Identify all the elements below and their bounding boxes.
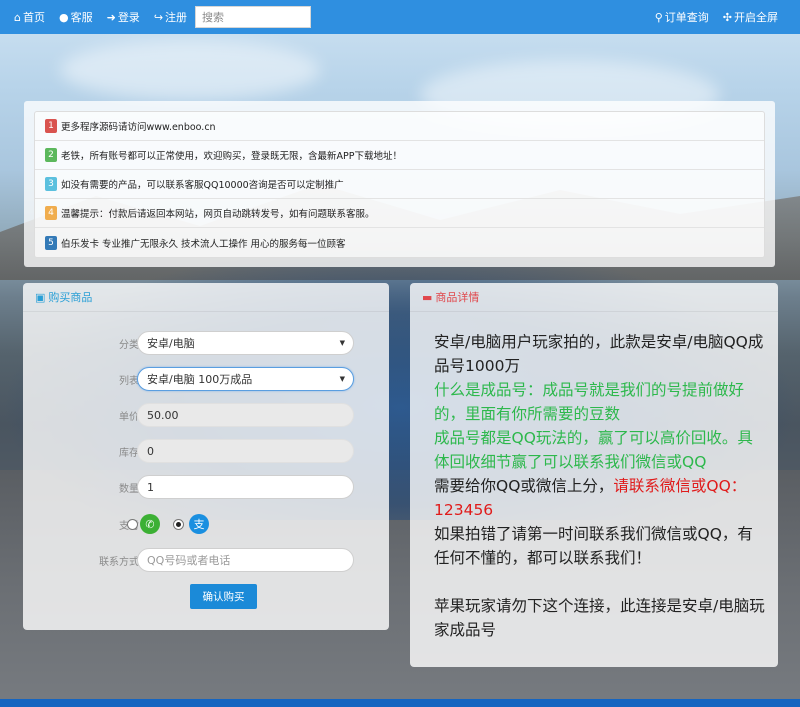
nav-order-query-label: 订单查询 (664, 11, 709, 24)
notice-item: 3 如没有需要的产品，可以联系客服QQ10000咨询是否可以定制推广 (35, 170, 764, 199)
quantity-row: 数量 1 (23, 475, 389, 499)
search-icon: ⚲ (654, 10, 663, 24)
notice-number-badge: 5 (45, 235, 57, 250)
fullscreen-icon: ✣ (722, 10, 732, 24)
notice-item: 4 温馨提示：付款后请返回本网站，网页自动跳转发号，如有问题联系客服。 (35, 199, 764, 228)
detail-line-3: 成品号都是QQ玩法的，赢了可以高价回收。具体回收细节赢了可以联系我们微信或QQ (434, 429, 753, 471)
category-row: 分类 安卓/电脑 ▼ (23, 331, 389, 355)
pay-option-wechat[interactable]: ✆ (127, 514, 160, 534)
detail-line-4a: 需要给你QQ或微信上分， (434, 477, 614, 495)
nav-service[interactable]: ● 客服 (59, 9, 93, 25)
dropdown-arrow-icon: ▼ (339, 375, 345, 383)
stock-field: 0 (137, 439, 354, 463)
buy-panel-header: ▣ 购买商品 (23, 283, 389, 312)
nav-order-query[interactable]: ⚲ 订单查询 (655, 9, 709, 25)
nav-home-label: 首页 (22, 11, 45, 24)
nav-login[interactable]: ➜ 登录 (107, 9, 140, 25)
nav-register-label: 注册 (165, 11, 188, 24)
notice-text: 温馨提示：付款后请返回本网站，网页自动跳转发号，如有问题联系客服。 (61, 209, 375, 220)
home-icon: ⌂ (14, 10, 21, 24)
nav-fullscreen[interactable]: ✣ 开启全屏 (723, 9, 778, 25)
stock-row: 库存 0 (23, 439, 389, 463)
notice-text: 更多程序源码请访问www.enboo.cn (61, 122, 216, 133)
notice-item: 5 伯乐发卡 专业推广无限永久 技术流人工操作 用心的服务每一位顾客 (35, 228, 764, 257)
detail-line-1: 安卓/电脑用户玩家拍的，此款是安卓/电脑QQ成品号1000万 (434, 333, 764, 375)
top-navbar: ⌂ 首页 ● 客服 ➜ 登录 ↪ 注册 ⚲ 订单查询 ✣ 开启全屏 (0, 0, 800, 34)
detail-panel-title: 商品详情 (435, 291, 480, 304)
category-label: 分类 (119, 339, 139, 351)
detail-line-6: 苹果玩家请勿下这个连接，此连接是安卓/电脑玩家成品号 (434, 597, 765, 639)
notice-item: 2 老铁，所有账号都可以正常使用，欢迎购买，登录既无限，含最新APP下载地址！ (35, 141, 764, 170)
notice-number-badge: 2 (45, 148, 57, 162)
wechat-radio[interactable] (127, 518, 138, 530)
credit-card-icon: ▬ (422, 290, 433, 304)
notice-item: 1 更多程序源码请访问www.enboo.cn (35, 112, 764, 141)
detail-line-5: 如果拍错了请第一时间联系我们微信或QQ，有任何不懂的，都可以联系我们！ (434, 525, 753, 567)
price-row: 单价 50.00 (23, 403, 389, 427)
payment-row: 支付 ✆ 支 (23, 512, 389, 536)
nav-fullscreen-label: 开启全屏 (734, 11, 778, 24)
item-label: 列表 (119, 375, 139, 387)
contact-label: 联系方式 (99, 556, 139, 568)
item-value: 安卓/电脑 100万成品 (147, 373, 253, 386)
shopping-bag-icon: ▣ (35, 290, 46, 304)
alipay-icon: 支 (189, 514, 209, 534)
notice-number-badge: 1 (45, 119, 57, 133)
notice-number-badge: 3 (45, 177, 57, 191)
item-row: 列表 安卓/电脑 100万成品 ▼ (23, 367, 389, 391)
detail-panel-header: ▬ 商品详情 (410, 283, 778, 312)
sign-up-icon: ↪ (153, 10, 164, 24)
nav-service-label: 客服 (70, 11, 93, 24)
nav-register[interactable]: ↪ 注册 (154, 9, 187, 25)
quantity-label: 数量 (119, 483, 139, 495)
category-select[interactable]: 安卓/电脑 ▼ (137, 331, 354, 355)
notice-panel: 1 更多程序源码请访问www.enboo.cn 2 老铁，所有账号都可以正常使用… (24, 101, 775, 267)
price-value: 50.00 (147, 408, 179, 422)
category-value: 安卓/电脑 (147, 337, 195, 350)
buy-panel: ▣ 购买商品 分类 安卓/电脑 ▼ 列表 安卓/电脑 100万成品 ▼ 单价 5… (23, 283, 389, 630)
detail-line-2: 什么是成品号：成品号就是我们的号提前做好的，里面有你所需要的豆数 (434, 381, 745, 423)
alipay-radio[interactable] (173, 518, 184, 530)
nav-home[interactable]: ⌂ 首页 (14, 9, 45, 25)
contact-input[interactable]: QQ号码或者电话 (137, 548, 354, 572)
price-field: 50.00 (137, 403, 354, 427)
contact-placeholder: QQ号码或者电话 (147, 554, 231, 567)
confirm-purchase-button[interactable]: 确认购买 (190, 584, 257, 609)
quantity-value: 1 (147, 480, 154, 494)
pay-option-alipay[interactable]: 支 (173, 514, 209, 534)
detail-panel: ▬ 商品详情 安卓/电脑用户玩家拍的，此款是安卓/电脑QQ成品号1000万 什么… (410, 283, 778, 667)
notice-number-badge: 4 (45, 206, 57, 220)
dropdown-arrow-icon: ▼ (339, 339, 345, 347)
quantity-input[interactable]: 1 (137, 475, 354, 499)
wechat-pay-icon: ✆ (140, 514, 160, 534)
item-select[interactable]: 安卓/电脑 100万成品 ▼ (137, 367, 354, 391)
price-label: 单价 (119, 411, 139, 423)
notice-text: 如没有需要的产品，可以联系客服QQ10000咨询是否可以定制推广 (61, 180, 344, 191)
stock-value: 0 (147, 444, 154, 458)
search-input[interactable] (195, 6, 312, 28)
contact-row: 联系方式 QQ号码或者电话 (23, 548, 389, 572)
buy-panel-title: 购买商品 (48, 291, 93, 304)
notice-text: 老铁，所有账号都可以正常使用，欢迎购买，登录既无限，含最新APP下载地址！ (61, 151, 402, 162)
sign-in-icon: ➜ (106, 10, 116, 24)
notice-text: 伯乐发卡 专业推广无限永久 技术流人工操作 用心的服务每一位顾客 (61, 238, 346, 250)
user-icon: ● (58, 10, 69, 24)
notice-list: 1 更多程序源码请访问www.enboo.cn 2 老铁，所有账号都可以正常使用… (34, 111, 765, 258)
detail-body: 安卓/电脑用户玩家拍的，此款是安卓/电脑QQ成品号1000万 什么是成品号：成品… (410, 312, 778, 642)
stock-label: 库存 (119, 447, 139, 459)
nav-login-label: 登录 (117, 11, 140, 24)
detail-line-4: 需要给你QQ或微信上分，请联系微信或QQ：123456 (434, 474, 766, 522)
